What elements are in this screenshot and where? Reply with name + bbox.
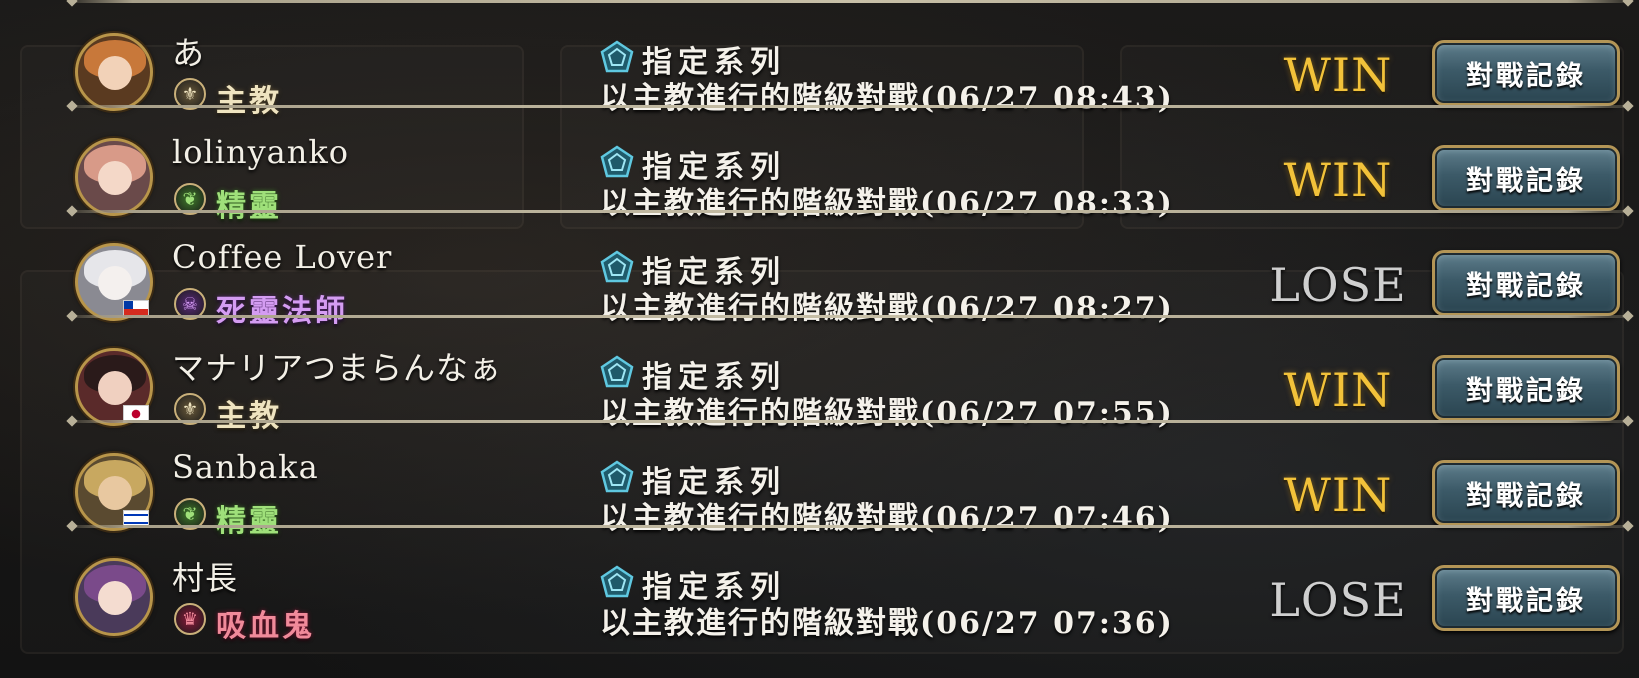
battle-record-button[interactable]: 對戰記錄	[1432, 565, 1620, 631]
avatar-face	[98, 161, 132, 195]
battle-history-row: Coffee Lover ☠ 死靈法師 指定系列 以主教進行的階級對戰(06/2…	[0, 210, 1639, 329]
player-avatar[interactable]	[75, 33, 153, 111]
battle-history-row: lolinyanko ❦ 精靈 指定系列 以主教進行的階級對戰(06/27 08…	[0, 105, 1639, 224]
player-name: あ	[172, 34, 206, 72]
player-name: Sanbaka	[172, 448, 319, 486]
vampire-emblem-icon: ♛	[174, 603, 206, 635]
format-pentagon-icon	[600, 355, 634, 388]
row-divider	[70, 210, 1630, 213]
match-description: 以主教進行的階級對戰(06/27 07:36)	[600, 606, 1174, 641]
match-result: WIN	[1283, 48, 1393, 102]
format-pentagon-icon	[600, 40, 634, 73]
row-divider	[70, 0, 1630, 3]
avatar-face	[98, 581, 132, 615]
battle-record-button[interactable]: 對戰記錄	[1432, 40, 1620, 106]
battle-history-row: 村長 ♛ 吸血鬼 指定系列 以主教進行的階級對戰(06/27 07:36) LO…	[0, 525, 1639, 644]
match-result: WIN	[1283, 468, 1393, 522]
player-name: lolinyanko	[172, 133, 349, 171]
battle-record-button[interactable]: 對戰記錄	[1432, 145, 1620, 211]
battle-history-row: あ ⚜ 主教 指定系列 以主教進行的階級對戰(06/27 08:43) WIN …	[0, 0, 1639, 119]
format-pentagon-icon	[600, 565, 634, 598]
match-result: WIN	[1283, 363, 1393, 417]
player-avatar[interactable]	[75, 138, 153, 216]
class-name: 吸血鬼	[216, 609, 315, 644]
format-pentagon-icon	[600, 145, 634, 178]
player-name: Coffee Lover	[172, 238, 393, 276]
battle-history-row: マナリアつまらんなぁ ⚜ 主教 指定系列 以主教進行的階級對戰(06/27 07…	[0, 315, 1639, 434]
row-divider	[70, 525, 1630, 528]
player-avatar[interactable]	[75, 558, 153, 636]
battle-history-row: Sanbaka ❦ 精靈 指定系列 以主教進行的階級對戰(06/27 07:46…	[0, 420, 1639, 539]
match-result: LOSE	[1269, 573, 1407, 627]
player-name: マナリアつまらんなぁ	[172, 349, 503, 387]
format-pentagon-icon	[600, 460, 634, 493]
match-result: WIN	[1283, 153, 1393, 207]
row-divider	[70, 315, 1630, 318]
battle-record-button[interactable]: 對戰記錄	[1432, 250, 1620, 316]
player-name: 村長	[172, 559, 239, 597]
avatar-face	[98, 476, 132, 510]
avatar-face	[98, 56, 132, 90]
chile-flag-canton	[124, 301, 133, 309]
format-pentagon-icon	[600, 250, 634, 283]
match-result: LOSE	[1269, 258, 1407, 312]
battle-record-button[interactable]: 對戰記錄	[1432, 460, 1620, 526]
avatar-face	[98, 371, 132, 405]
avatar-face	[98, 266, 132, 300]
battle-record-button[interactable]: 對戰記錄	[1432, 355, 1620, 421]
battle-history-panel: あ ⚜ 主教 指定系列 以主教進行的階級對戰(06/27 08:43) WIN …	[0, 0, 1639, 678]
row-divider	[70, 105, 1630, 108]
row-divider	[70, 420, 1630, 423]
